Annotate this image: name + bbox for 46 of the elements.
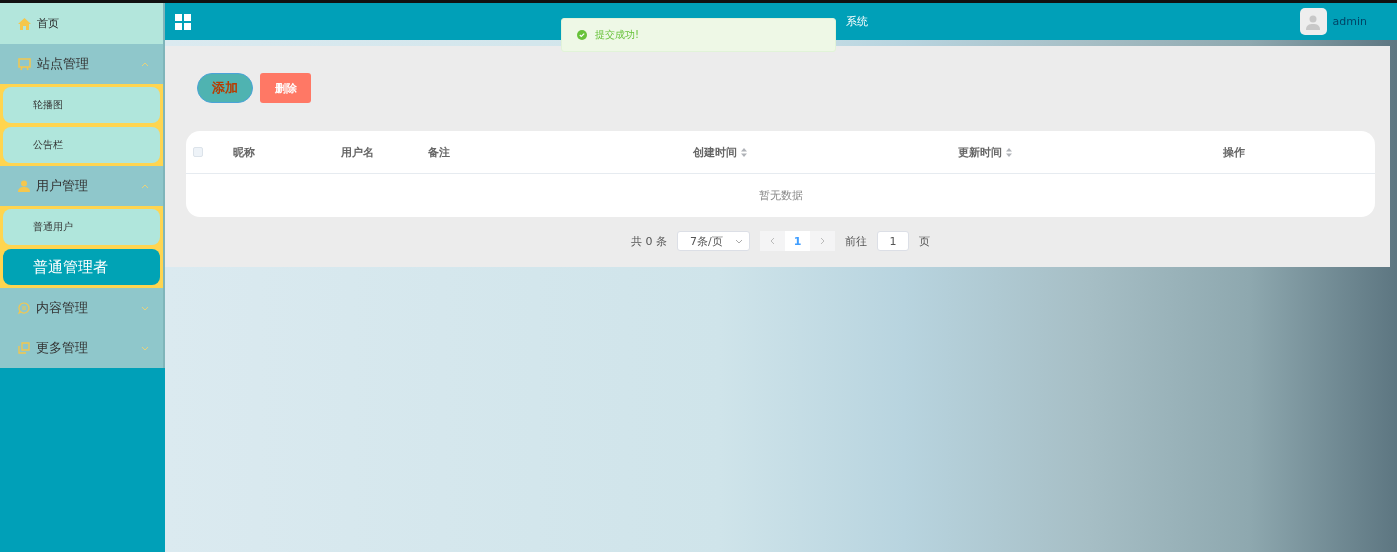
caret-down-icon bbox=[141, 305, 149, 311]
grid-icon[interactable] bbox=[175, 13, 191, 30]
column-header[interactable]: 更新时间 bbox=[958, 144, 1223, 160]
caret-down-icon bbox=[735, 238, 743, 244]
sort-icon[interactable] bbox=[741, 147, 747, 157]
menu-label: 内容管理 bbox=[36, 299, 89, 317]
board-icon bbox=[18, 57, 31, 71]
person-icon bbox=[1305, 13, 1322, 30]
caret-up-icon bbox=[141, 183, 149, 189]
column-header: 昵称 bbox=[233, 144, 256, 160]
menu-label: 更多管理 bbox=[36, 339, 89, 357]
select-all-checkbox[interactable] bbox=[193, 147, 203, 157]
user-icon bbox=[18, 180, 30, 192]
page-size-select[interactable]: 7条/页 bbox=[677, 231, 750, 251]
submenu-item[interactable]: 公告栏 bbox=[3, 127, 160, 163]
submenu-item[interactable]: 普通用户 bbox=[3, 209, 160, 245]
menu-label: 用户管理 bbox=[36, 177, 89, 195]
empty-text: 暂无数据 bbox=[758, 187, 803, 203]
menu-label: 站点管理 bbox=[37, 55, 90, 73]
check-circle-icon bbox=[577, 30, 587, 40]
avatar[interactable] bbox=[1299, 8, 1327, 35]
column-header[interactable]: 创建时间 bbox=[693, 144, 958, 160]
column-header: 备注 bbox=[428, 144, 451, 160]
sort-icon[interactable] bbox=[1006, 147, 1012, 157]
menu-item[interactable]: 首页 bbox=[0, 3, 163, 44]
column-header: 用户名 bbox=[341, 144, 375, 160]
page-suffix: 页 bbox=[919, 233, 930, 249]
submenu-item[interactable]: 轮播图 bbox=[3, 87, 160, 123]
menu-group[interactable]: 用户管理 bbox=[0, 166, 163, 206]
goto-label: 前往 bbox=[845, 233, 867, 249]
caret-down-icon bbox=[141, 345, 149, 351]
toast-message: 提交成功! bbox=[595, 28, 639, 42]
menu-label: 首页 bbox=[37, 16, 59, 31]
caret-up-icon bbox=[141, 61, 149, 67]
system-title: 系统 bbox=[846, 14, 869, 29]
copy-icon bbox=[18, 342, 30, 354]
menu-group[interactable]: 更多管理 bbox=[0, 328, 163, 368]
chevron-left-icon bbox=[770, 237, 775, 245]
menu-group[interactable]: 内容管理 bbox=[0, 288, 163, 328]
home-icon bbox=[18, 17, 31, 30]
menu-group[interactable]: 站点管理 bbox=[0, 44, 163, 84]
page-input[interactable]: 1 bbox=[877, 231, 909, 251]
chat-icon bbox=[18, 302, 30, 314]
total-count: 共 0 条 bbox=[631, 233, 667, 249]
column-header: 操作 bbox=[1223, 144, 1246, 160]
chevron-right-icon bbox=[820, 237, 825, 245]
